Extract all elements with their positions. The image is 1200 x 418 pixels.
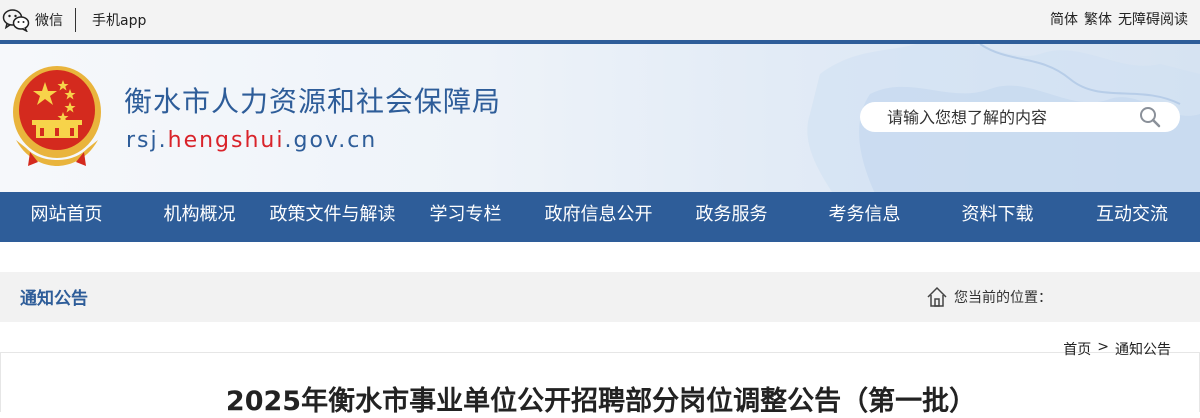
section-bar: 通知公告 您当前的位置： [0, 272, 1200, 322]
main-nav: 网站首页 机构概况 政策文件与解读 学习专栏 政府信息公开 政务服务 考务信息 … [0, 192, 1200, 242]
location-label: 您当前的位置： [954, 290, 1052, 306]
accessible-reading-link[interactable]: 无障碍阅读 [1118, 9, 1188, 29]
traditional-chinese-link[interactable]: 繁体 [1084, 9, 1112, 29]
search-box [860, 102, 1180, 132]
wechat-label: 微信 [35, 13, 63, 29]
nav-item-home[interactable]: 网站首页 [0, 192, 133, 242]
simplified-chinese-link[interactable]: 简体 [1050, 9, 1078, 29]
site-title: 衡水市人力资源和社会保障局 [124, 85, 502, 118]
nav-item-policy[interactable]: 政策文件与解读 [266, 192, 399, 242]
article-container: 首页 > 通知公告 2025年衡水市事业单位公开招聘部分岗位调整公告（第一批） [0, 339, 1200, 417]
top-bar-right: 简体 繁体 无障碍阅读 [1050, 9, 1188, 29]
wechat-icon [2, 9, 30, 32]
wechat-link[interactable]: 微信 [2, 8, 63, 32]
nav-item-organization[interactable]: 机构概况 [133, 192, 266, 242]
section-title: 通知公告 [20, 289, 88, 309]
breadcrumb-separator: > [1097, 339, 1109, 355]
national-emblem-icon [13, 66, 101, 166]
nav-item-services[interactable]: 政务服务 [665, 192, 798, 242]
top-bar-left: 微信 手机app [2, 8, 146, 32]
site-url: rsj.hengshui.gov.cn [126, 128, 377, 153]
breadcrumb-current-link[interactable]: 通知公告 [1115, 339, 1171, 359]
breadcrumb: 首页 > 通知公告 [1063, 339, 1171, 359]
nav-item-study[interactable]: 学习专栏 [399, 192, 532, 242]
divider [75, 8, 76, 32]
site-url-prefix: rsj. [126, 128, 168, 153]
nav-item-exam-info[interactable]: 考务信息 [798, 192, 931, 242]
home-icon [927, 286, 947, 307]
article-title: 2025年衡水市事业单位公开招聘部分岗位调整公告（第一批） [225, 386, 977, 417]
mobile-app-link[interactable]: 手机app [92, 10, 146, 30]
nav-item-downloads[interactable]: 资料下载 [931, 192, 1064, 242]
site-url-highlight: hengshui [167, 128, 285, 153]
nav-item-info-disclosure[interactable]: 政府信息公开 [532, 192, 665, 242]
breadcrumb-home-link[interactable]: 首页 [1063, 339, 1091, 359]
site-url-suffix: .gov.cn [284, 128, 378, 153]
top-bar: 微信 手机app 简体 繁体 无障碍阅读 [0, 0, 1200, 40]
search-input[interactable] [887, 107, 1147, 127]
search-icon[interactable] [1138, 106, 1162, 128]
site-header: 衡水市人力资源和社会保障局 rsj.hengshui.gov.cn [0, 40, 1200, 192]
nav-item-interaction[interactable]: 互动交流 [1064, 192, 1200, 242]
current-location: 您当前的位置： [926, 286, 1052, 308]
